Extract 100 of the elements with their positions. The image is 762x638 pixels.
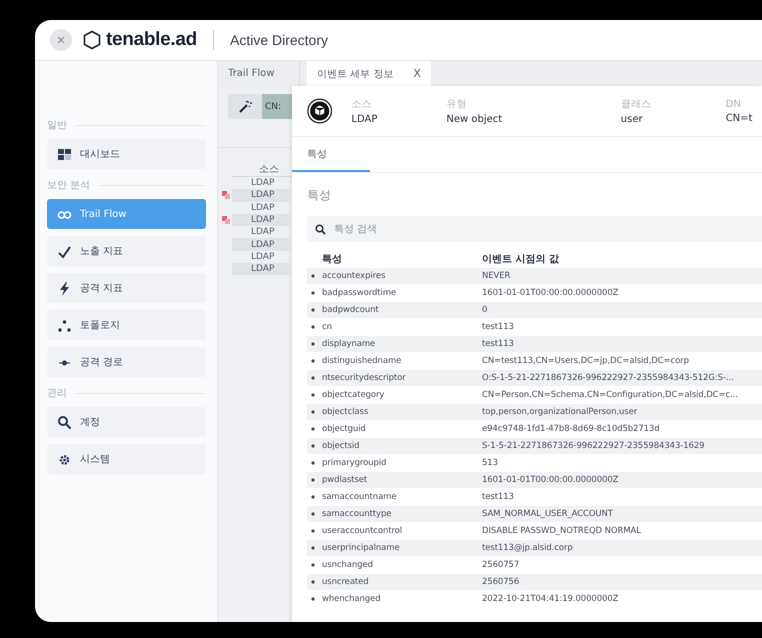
table-cell: useraccountcontrol xyxy=(322,526,402,536)
table-cell: objectguid xyxy=(322,424,366,434)
table-cell: LDAP xyxy=(251,215,274,226)
table-cell: DISABLE PASSWD_NOTREQD NORMAL xyxy=(482,526,641,536)
table-cell: 2022-10-21T04:41:19.0000000Z xyxy=(482,594,618,604)
bullet-icon xyxy=(311,461,315,465)
table-cell: 0 xyxy=(482,305,488,315)
close-icon[interactable]: X xyxy=(413,67,421,80)
table-cell: badpasswordtime xyxy=(322,288,396,298)
column-header: 특성 xyxy=(322,254,342,265)
table-cell: test113@jp.alsid.corp xyxy=(482,543,573,553)
table-cell: test113 xyxy=(482,339,514,349)
field-label: DN xyxy=(726,98,742,110)
field-value: user xyxy=(620,114,644,125)
nav-item[interactable]: 시스템 xyxy=(47,444,206,474)
table-cell: accountexpires xyxy=(322,271,386,281)
bullet-icon xyxy=(311,393,315,397)
table-cell: displayname xyxy=(322,339,376,349)
table-cell: primarygroupid xyxy=(322,458,386,468)
table-cell: CN=test113,CN=Users,DC=jp,DC=alsid,DC=corp xyxy=(482,356,689,366)
nav-item[interactable]: 토폴로지 xyxy=(47,310,206,340)
table-cell: LDAP xyxy=(251,190,274,200)
table-cell: cn xyxy=(322,322,332,332)
hexagon-icon xyxy=(82,30,102,50)
grid-icon xyxy=(57,146,72,162)
table-cell: pwdlastset xyxy=(322,475,368,485)
table-cell: 513 xyxy=(482,458,498,468)
nav-item[interactable]: 계정 xyxy=(47,407,206,437)
table-cell: S-1-5-21-2271867326-996222927-2355984343-1629 xyxy=(482,441,704,451)
table-cell: LDAP xyxy=(251,227,274,238)
search-icon xyxy=(57,414,72,430)
wand-button[interactable] xyxy=(228,94,262,119)
table-cell: userprincipalname xyxy=(322,543,400,553)
table-cell: usnchanged xyxy=(322,560,373,570)
table-cell: badpwdcount xyxy=(322,305,379,315)
bullet-icon xyxy=(311,512,315,516)
table-cell: SAM_NORMAL_USER_ACCOUNT xyxy=(482,509,613,519)
field-value: LDAP xyxy=(351,114,378,125)
bullet-icon xyxy=(311,444,315,448)
table-cell: NEVER xyxy=(482,271,510,281)
bullet-icon xyxy=(311,427,315,431)
product-title: Active Directory xyxy=(230,32,328,48)
table-cell: distinguishedname xyxy=(322,356,402,366)
bullet-icon xyxy=(311,325,315,329)
lightning-icon xyxy=(57,280,72,296)
tab[interactable]: 이벤트 세부 정보 X xyxy=(307,61,431,86)
table-cell: objectcategory xyxy=(322,390,384,400)
bullet-icon xyxy=(311,529,315,533)
bullet-icon xyxy=(311,291,315,295)
section-label: 관리 xyxy=(47,387,67,400)
table-cell: whenchanged xyxy=(322,594,381,604)
table-cell: usncreated xyxy=(322,577,369,587)
field-value: CN=t xyxy=(726,112,754,124)
field-value: New object xyxy=(446,114,504,125)
section-label: 일반 xyxy=(47,119,67,132)
table-cell: ntsecuritydescriptor xyxy=(322,373,406,383)
bullet-icon xyxy=(311,410,315,414)
bullet-icon xyxy=(311,495,315,499)
table-cell: objectsid xyxy=(322,441,360,451)
table-cell: 1601-01-01T00:00:00.0000000Z xyxy=(482,288,618,298)
bullet-icon xyxy=(311,376,315,380)
filter-chip[interactable]: CN: xyxy=(262,94,292,119)
table-cell: 1601-01-01T00:00:00.0000000Z xyxy=(482,475,618,485)
field-label: 클래스 xyxy=(620,98,652,111)
table-cell: CN=Person,CN=Schema,CN=Configuration,DC=alsid,DC=c... xyxy=(482,390,738,400)
bullet-icon xyxy=(311,308,315,312)
table-cell: 2560756 xyxy=(482,577,520,587)
bullet-icon xyxy=(311,546,315,550)
section-heading: 특성 xyxy=(307,187,332,203)
tab[interactable]: 특성 xyxy=(292,137,370,172)
nav-item[interactable]: 대시보드 xyxy=(47,139,206,169)
table-cell: LDAP xyxy=(251,264,274,274)
logo-text: tenable.ad xyxy=(106,29,197,51)
bullet-icon xyxy=(311,580,315,584)
table-cell: test113 xyxy=(482,322,514,332)
table-cell: LDAP xyxy=(251,202,274,213)
bullet-icon xyxy=(311,359,315,363)
nav-item[interactable]: 노출 지표 xyxy=(47,236,206,266)
table-cell: samaccounttype xyxy=(322,509,392,519)
nav-item[interactable]: 공격 경로 xyxy=(47,347,206,377)
cube-icon xyxy=(307,97,332,125)
nav-item[interactable]: 공격 지표 xyxy=(47,273,206,303)
search-field[interactable]: 특성 검색 xyxy=(307,216,762,242)
bullet-icon xyxy=(311,478,315,482)
bullet-icon xyxy=(311,274,315,278)
table-cell: objectclass xyxy=(322,407,368,417)
table-cell: e94c9748-1fd1-47b8-8d69-8c10d5b2713d xyxy=(482,424,660,434)
bullet-icon xyxy=(311,342,315,346)
column-header: 이벤트 시점의 값 xyxy=(482,254,559,265)
table-cell: top,person,organizationalPerson,user xyxy=(482,407,638,417)
table-cell: 2560757 xyxy=(482,560,520,570)
table-cell: O:S-1-5-21-2271867326-996222927-2355984343-512G:S-... xyxy=(482,373,734,383)
table-cell: LDAP xyxy=(251,240,274,250)
table-cell: test113 xyxy=(482,492,514,502)
table-cell: samaccountname xyxy=(322,492,396,502)
table-cell: LDAP xyxy=(251,252,274,262)
wand-icon xyxy=(238,100,252,113)
dots-icon xyxy=(57,318,72,332)
field-label: 소스 xyxy=(351,98,372,111)
field-label: 유형 xyxy=(446,98,468,111)
